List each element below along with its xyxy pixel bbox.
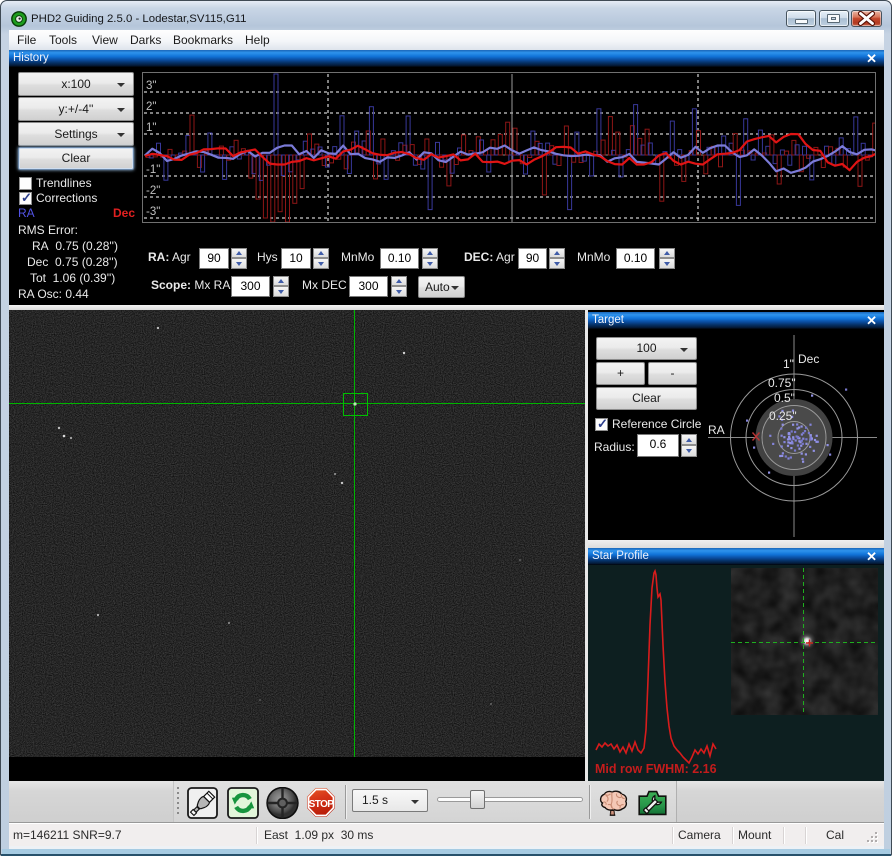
svg-text:3": 3" (146, 80, 156, 92)
svg-text:2": 2" (146, 101, 156, 113)
svg-text:-1": -1" (146, 164, 160, 176)
svg-text:0.25": 0.25" (769, 409, 797, 423)
svg-text:0.75": 0.75" (768, 376, 796, 390)
svg-text:RA: RA (708, 423, 725, 437)
svg-text:1": 1" (783, 357, 794, 371)
svg-text:-2": -2" (146, 185, 160, 197)
svg-text:1": 1" (146, 122, 156, 134)
svg-text:-3": -3" (146, 206, 160, 218)
svg-text:Dec: Dec (798, 352, 819, 366)
svg-text:STOP: STOP (309, 799, 335, 810)
svg-text:0.5": 0.5" (774, 391, 795, 405)
